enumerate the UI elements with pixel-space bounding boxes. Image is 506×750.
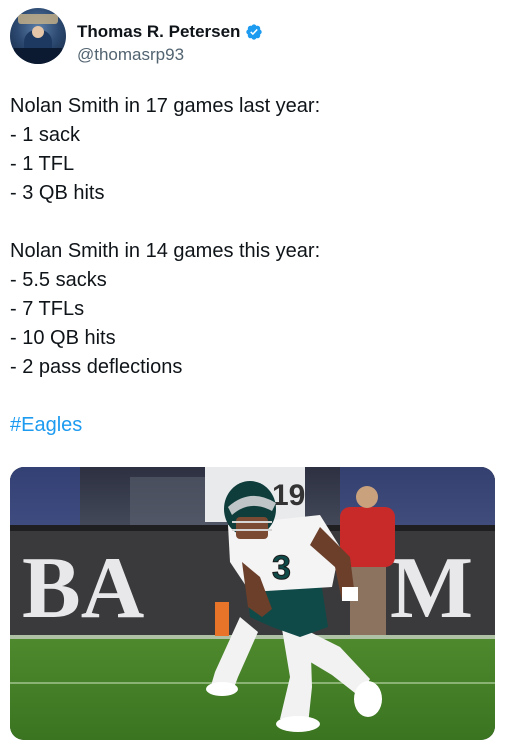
tweet-text: Nolan Smith in 17 games last year: - 1 s… bbox=[10, 92, 496, 440]
list-item: - 5.5 sacks bbox=[10, 269, 107, 291]
list-item: - 1 sack bbox=[10, 124, 81, 146]
author-handle[interactable]: @thomasrp93 bbox=[77, 45, 184, 65]
list-item: - 1 TFL bbox=[10, 153, 75, 175]
tweet-header: Thomas R. Petersen @thomasrp93 bbox=[10, 8, 496, 64]
list-item: - 7 TFLs bbox=[10, 298, 85, 320]
block2-heading: Nolan Smith in 14 games this year: bbox=[10, 240, 321, 262]
list-item: - 3 QB hits bbox=[10, 182, 105, 204]
photo-illustration: BA M 19 3 bbox=[10, 467, 495, 740]
banner-letters-left: BA bbox=[22, 540, 144, 637]
background-jersey-number: 19 bbox=[272, 479, 305, 512]
author-name[interactable]: Thomas R. Petersen bbox=[77, 22, 240, 42]
list-item: - 2 pass deflections bbox=[10, 356, 183, 378]
block1-heading: Nolan Smith in 17 games last year: bbox=[10, 95, 321, 117]
list-item: - 10 QB hits bbox=[10, 327, 116, 349]
hashtag-link[interactable]: #Eagles bbox=[10, 411, 496, 440]
banner-letters-right: M bbox=[390, 540, 473, 637]
jersey-number: 3 bbox=[272, 549, 291, 587]
author-name-row[interactable]: Thomas R. Petersen bbox=[77, 22, 263, 42]
verified-badge-icon bbox=[246, 24, 263, 40]
author-avatar[interactable] bbox=[10, 8, 66, 64]
tweet-media-photo[interactable]: BA M 19 3 bbox=[10, 467, 495, 740]
